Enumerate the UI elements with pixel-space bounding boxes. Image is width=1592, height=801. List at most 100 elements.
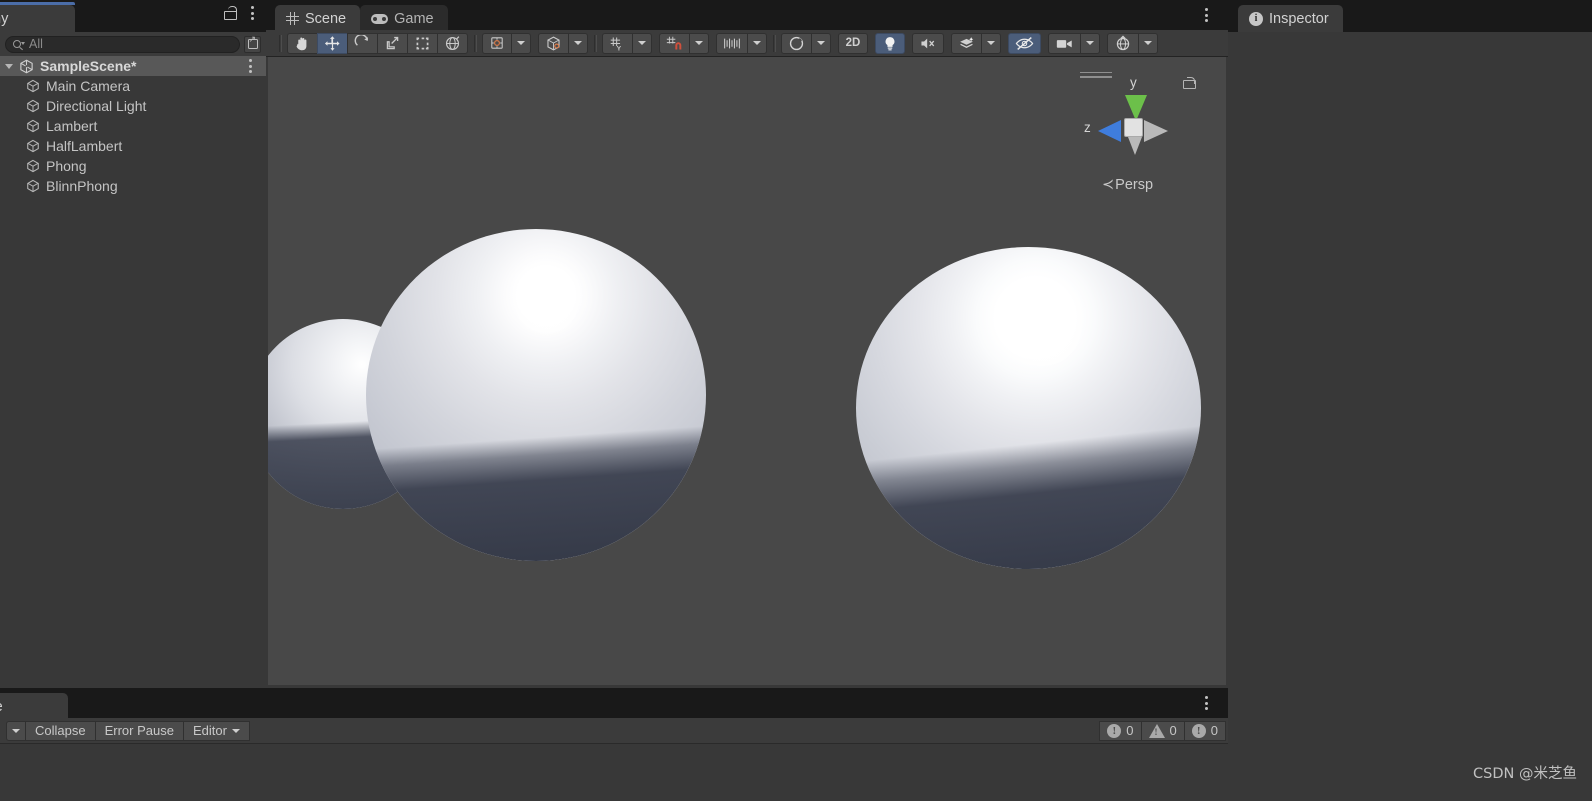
gizmos-toggle-button[interactable] [1107,32,1139,54]
cube-icon [26,159,40,173]
scene-view-gizmo[interactable]: y z Persp [1068,65,1198,205]
ruler-snap-dropdown[interactable] [747,32,767,54]
console-log-list[interactable] [0,744,1228,801]
chevron-down-icon [638,41,646,45]
scene-viewport[interactable]: y z Persp [268,57,1226,685]
grid-snap-button[interactable]: Y [602,32,633,54]
hierarchy-search-row: All [0,32,266,56]
chevron-down-icon [1086,41,1094,45]
gizmo-axis-x[interactable] [1144,120,1168,142]
rotate-tool-button[interactable] [347,32,378,54]
open-in-new-icon[interactable] [244,35,261,53]
list-item[interactable]: Phong [0,156,266,176]
move-tool-button[interactable] [317,32,348,54]
scene-row-kebab-menu[interactable] [242,59,258,73]
error-count[interactable]: ! 0 [1183,720,1226,741]
magnet-snap-dropdown[interactable] [689,32,709,54]
list-item[interactable]: Directional Light [0,96,266,116]
console-toolbar: Collapse Error Pause Editor ! 0 0 [0,718,1228,744]
chevron-down-icon [574,41,582,45]
list-item[interactable]: BlinnPhong [0,176,266,196]
tab-scene[interactable]: Scene [275,5,361,32]
specular-highlight [508,268,584,336]
hierarchy-scene-row[interactable]: SampleScene* [0,56,266,76]
hierarchy-tab-actions [223,6,260,20]
scene-lighting-button[interactable] [875,32,905,54]
fx-toggle-dropdown[interactable] [981,32,1001,54]
pivot-rotation-dropdown[interactable] [568,32,588,54]
cube-icon [26,139,40,153]
info-badge-icon: ! [1107,723,1122,738]
gizmo-axis-z[interactable] [1098,120,1121,142]
tab-inspector[interactable]: i Inspector [1238,5,1343,32]
error-pause-button[interactable]: Error Pause [94,720,184,741]
inspector-panel: i Inspector CSDN @米芝鱼 [1228,0,1592,801]
gizmo-axis-y-label: y [1130,75,1137,90]
magnet-snap-button[interactable] [659,32,690,54]
pivot-mode-dropdown[interactable] [511,32,531,54]
tab-game-label: Game [394,10,434,27]
lock-icon[interactable] [223,6,237,20]
gizmos-toggle-dropdown[interactable] [1138,32,1158,54]
info-count[interactable]: ! 0 [1099,720,1142,741]
pivot-mode-button[interactable] [482,32,512,54]
scene-audio-button[interactable] [912,32,944,54]
grid-icon [286,12,299,25]
draw-mode-dropdown[interactable] [811,32,831,54]
chevron-down-icon [987,41,995,45]
hierarchy-tabbar: erarchy [0,0,266,32]
warning-count-value: 0 [1169,723,1177,738]
list-item[interactable]: Main Camera [0,76,266,96]
scene-camera-dropdown[interactable] [1080,32,1100,54]
list-item-label: Phong [46,158,87,174]
2d-toggle-label: 2D [845,37,861,49]
list-item[interactable]: Lambert [0,116,266,136]
tab-console[interactable]: onsole [0,693,68,720]
list-item[interactable]: HalfLambert [0,136,266,156]
clear-dropdown-button[interactable] [6,720,26,741]
grid-snap-dropdown[interactable] [632,32,652,54]
2d-toggle-button[interactable]: 2D [838,32,868,54]
fx-toggle-button[interactable] [951,32,982,54]
error-badge-icon: ! [1191,723,1206,738]
chevron-down-icon [695,41,703,45]
scene-camera-button[interactable] [1048,32,1081,54]
ruler-snap-button[interactable] [716,32,748,54]
console-tabbar: onsole [0,688,1228,720]
collapse-button[interactable]: Collapse [25,720,96,741]
tab-scene-label: Scene [305,10,347,27]
hand-tool-button[interactable] [287,32,318,54]
console-kebab-menu[interactable] [1198,696,1214,710]
gizmo-projection-label[interactable]: Persp [1102,177,1153,193]
gizmo-center-cube[interactable] [1124,118,1143,137]
tab-hierarchy[interactable]: erarchy [0,2,75,32]
scale-tool-button[interactable] [377,32,408,54]
warning-count[interactable]: 0 [1140,720,1185,741]
tab-game[interactable]: Game [360,5,448,32]
chevron-down-icon[interactable] [4,61,14,71]
rect-tool-button[interactable] [407,32,438,54]
lock-icon[interactable] [1183,77,1196,89]
scene-toolbar: Y 2D [266,30,1228,57]
cube-icon [26,119,40,133]
hidden-objects-button[interactable] [1008,32,1041,54]
chevron-down-icon [753,41,761,45]
draw-mode-button[interactable] [781,32,812,54]
toolbar-divider [279,34,280,52]
list-item-label: Directional Light [46,98,147,114]
pivot-rotation-button[interactable] [538,32,569,54]
chevron-down-icon [12,728,20,733]
sphere-blinnphong [856,247,1201,569]
editor-dropdown-button[interactable]: Editor [182,720,250,741]
editor-label: Editor [192,723,227,738]
gizmo-handle-lines[interactable] [1080,72,1112,81]
scene-kebab-menu[interactable] [1198,8,1214,22]
unity-editor-window: erarchy All [0,0,1592,801]
hierarchy-tree: SampleScene* Main Camera Directional Lig… [0,56,266,688]
transform-tool-button[interactable] [437,32,468,54]
hierarchy-search-input[interactable]: All [5,35,240,53]
gizmo-axis-y-negative[interactable] [1128,137,1142,155]
chevron-down-icon [817,41,825,45]
list-item-label: HalfLambert [46,138,123,154]
hierarchy-kebab-menu[interactable] [244,6,260,20]
